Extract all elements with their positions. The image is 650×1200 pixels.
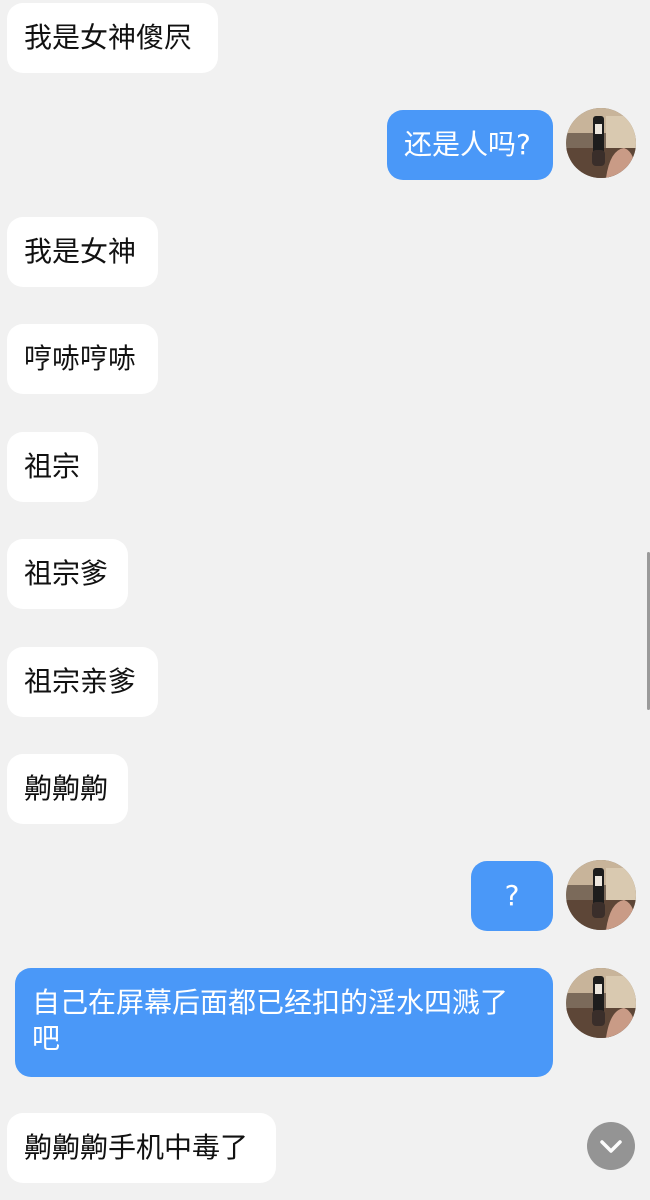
outgoing-message-bubble[interactable]: ? <box>471 861 553 931</box>
avatar-photo-icon <box>566 108 636 178</box>
incoming-message-bubble[interactable]: 祖宗爹 <box>7 539 128 609</box>
incoming-message-bubble[interactable]: 我是女神 <box>7 217 158 287</box>
avatar-photo-icon <box>566 968 636 1038</box>
incoming-message-bubble[interactable]: 齁齁齁 <box>7 754 128 824</box>
incoming-message-bubble[interactable]: 齁齁齁手机中毒了 <box>7 1113 276 1183</box>
user-avatar[interactable] <box>566 108 636 178</box>
outgoing-message-bubble[interactable]: 自己在屏幕后面都已经扣的淫水四溅了 吧 <box>15 968 553 1077</box>
user-avatar[interactable] <box>566 860 636 930</box>
scroll-to-bottom-button[interactable] <box>587 1122 635 1170</box>
chevron-down-icon <box>600 1140 622 1153</box>
chat-message-list[interactable]: 我是女神傻屄 还是人吗? 我是女神 哼哧哼哧 祖宗 祖宗爹 祖宗亲爹 齁齁齁 ? <box>0 0 650 1200</box>
user-avatar[interactable] <box>566 968 636 1038</box>
incoming-message-bubble[interactable]: 哼哧哼哧 <box>7 324 158 394</box>
incoming-message-bubble[interactable]: 我是女神傻屄 <box>7 3 218 73</box>
incoming-message-bubble[interactable]: 祖宗 <box>7 432 98 502</box>
avatar-photo-icon <box>566 860 636 930</box>
outgoing-message-bubble[interactable]: 还是人吗? <box>387 110 553 180</box>
incoming-message-bubble[interactable]: 祖宗亲爹 <box>7 647 158 717</box>
